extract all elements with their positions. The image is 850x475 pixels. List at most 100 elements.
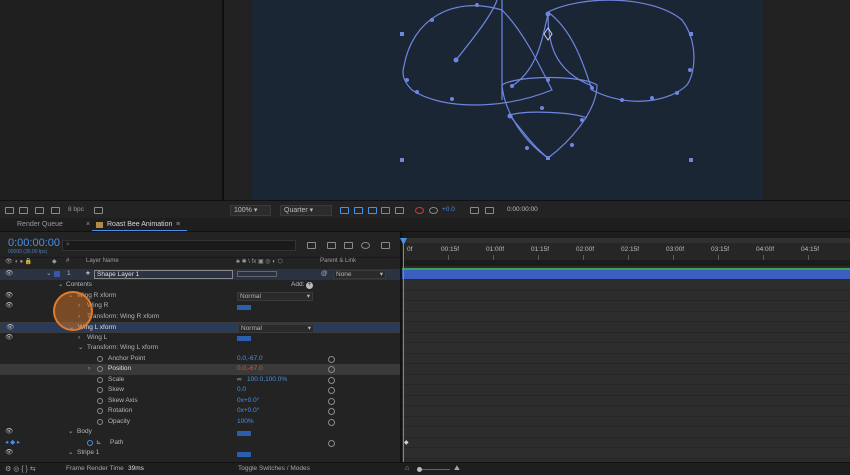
zoom-slider-handle[interactable] xyxy=(417,467,422,472)
current-time-display[interactable]: 0:00:00:00 xyxy=(8,237,60,249)
expression-pickwhip-icon[interactable] xyxy=(328,355,335,363)
viewer-timecode[interactable]: 0:00:00:00 xyxy=(507,206,538,213)
layer-name-field[interactable]: Shape Layer 1 xyxy=(94,270,233,279)
comp-mini-flowchart-icon[interactable] xyxy=(307,242,316,249)
stopwatch-icon[interactable] xyxy=(97,397,103,404)
layer-name-header[interactable]: Layer Name xyxy=(86,258,119,264)
status-icons[interactable]: ⚙ ◎ { } ⇆ xyxy=(5,465,36,473)
keyframe-icon[interactable]: ◆ xyxy=(404,439,409,446)
shy-layers-icon[interactable] xyxy=(344,242,353,249)
resolution-dropdown[interactable]: Quarter ▾ xyxy=(280,205,332,216)
layer-duration-bar[interactable] xyxy=(402,268,850,279)
wing-l-row[interactable]: 👁 › Wing L xyxy=(0,333,400,344)
add-button[interactable]: + xyxy=(306,282,313,289)
draft-3d-icon[interactable] xyxy=(327,242,336,249)
stopwatch-icon[interactable] xyxy=(97,387,103,393)
stopwatch-icon[interactable] xyxy=(97,366,103,372)
property-value[interactable]: 100% xyxy=(237,417,254,428)
snapshot-icon[interactable] xyxy=(470,207,479,214)
skew-axis-row[interactable]: Skew Axis 0x+0.0° xyxy=(0,396,400,407)
zoom-dropdown[interactable]: 100% ▾ xyxy=(230,205,271,216)
group-name[interactable]: Stripe 1 xyxy=(77,448,99,459)
path-row[interactable]: ◂ ◆ ▸ ⊾ Path xyxy=(0,438,400,449)
exposure-value[interactable]: +0.0 xyxy=(442,206,455,213)
search-input[interactable]: ⌕ xyxy=(62,240,296,251)
work-area-bar[interactable] xyxy=(402,238,850,243)
channel-icon[interactable] xyxy=(395,207,404,214)
toggle-switches-button[interactable]: Toggle Switches / Modes xyxy=(238,465,310,472)
stripe-row[interactable]: 👁 ⌄ Stripe 1 xyxy=(0,448,400,459)
region-of-interest-icon[interactable] xyxy=(340,207,349,214)
stopwatch-icon[interactable] xyxy=(97,376,103,383)
expression-pickwhip-icon[interactable] xyxy=(328,387,335,394)
expression-pickwhip-icon[interactable] xyxy=(328,376,335,384)
constrain-proportions-icon[interactable]: ∞ xyxy=(237,375,242,386)
bit-depth-button[interactable]: 8 bpc xyxy=(68,206,84,213)
twirl-open-icon[interactable]: ⌄ xyxy=(68,427,73,438)
twirl-closed-icon[interactable]: › xyxy=(88,364,90,375)
mask-visibility-icon[interactable] xyxy=(368,207,377,214)
label-color-icon[interactable] xyxy=(54,271,60,277)
eye-icon[interactable]: 👁 xyxy=(5,427,13,438)
zoom-slider[interactable] xyxy=(418,469,450,470)
guides-icon[interactable] xyxy=(381,207,390,214)
transform-label[interactable]: Transform: Wing L xform xyxy=(87,343,158,354)
layer-row[interactable]: 👁 ⌄ 1 ★ Shape Layer 1 @ None ▾ xyxy=(0,269,400,280)
group-name[interactable]: Body xyxy=(77,427,92,438)
expression-pickwhip-icon[interactable] xyxy=(328,408,335,415)
property-value[interactable]: 0x+0.0° xyxy=(237,406,259,417)
graph-editor-icon[interactable] xyxy=(381,242,390,249)
tab-roast-bee-animation[interactable]: Roast Bee Animation xyxy=(107,221,172,228)
eye-icon[interactable]: 👁 xyxy=(5,301,13,312)
new-folder-icon[interactable] xyxy=(19,207,28,214)
zoom-out-icon[interactable]: ⌂ xyxy=(405,465,409,472)
property-value[interactable]: 0.0,-67.0 xyxy=(237,364,263,375)
zoom-in-icon[interactable]: ⛰ xyxy=(454,465,460,473)
stopwatch-icon[interactable] xyxy=(97,418,103,425)
show-snapshot-icon[interactable] xyxy=(485,207,494,214)
twirl-closed-icon[interactable]: › xyxy=(78,333,80,344)
property-value[interactable]: 0.0 xyxy=(237,385,246,396)
timeline-tracks[interactable]: ◆ xyxy=(402,266,850,462)
close-icon[interactable]: × xyxy=(86,221,90,228)
time-ruler[interactable]: 0f 00:15f 01:00f 01:15f 02:00f 02:15f 03… xyxy=(402,238,850,260)
eye-icon[interactable]: 👁 xyxy=(5,269,13,280)
new-composition-icon[interactable] xyxy=(35,207,44,214)
twirl-open-icon[interactable]: ⌄ xyxy=(58,280,63,291)
property-value[interactable]: 0x+0.0° xyxy=(237,396,259,407)
eye-icon[interactable]: 👁 xyxy=(5,333,13,344)
stopwatch-icon[interactable] xyxy=(87,439,93,446)
playhead[interactable] xyxy=(403,240,404,462)
exposure-icon[interactable] xyxy=(429,207,438,214)
stopwatch-icon[interactable] xyxy=(97,355,103,362)
layer-switches[interactable] xyxy=(237,271,277,277)
rotation-row[interactable]: Rotation 0x+0.0° xyxy=(0,406,400,417)
eye-icon[interactable]: 👁 xyxy=(5,291,13,302)
blend-mode-dropdown[interactable]: Normal ▾ xyxy=(237,291,313,301)
project-settings-icon[interactable] xyxy=(51,207,60,214)
twirl-open-icon[interactable]: ⌄ xyxy=(68,448,73,459)
bee-shape-paths[interactable] xyxy=(252,0,763,200)
expression-pickwhip-icon[interactable] xyxy=(328,418,335,426)
pick-whip-icon[interactable]: @ xyxy=(321,269,328,280)
keyframe-nav-icon[interactable]: ◂ ◆ ▸ xyxy=(5,438,20,449)
group-name[interactable]: Wing L xyxy=(87,333,107,344)
transform-label[interactable]: Transform: Wing R xform xyxy=(87,312,159,323)
trash-icon[interactable] xyxy=(94,207,103,214)
parent-dropdown[interactable]: None ▾ xyxy=(333,270,386,279)
stopwatch-icon[interactable] xyxy=(97,408,103,414)
property-value[interactable]: 0.0,-67.0 xyxy=(237,354,263,365)
transparency-grid-icon[interactable] xyxy=(354,207,363,214)
twirl-open-icon[interactable]: ⌄ xyxy=(78,343,83,354)
tab-render-queue[interactable]: Render Queue xyxy=(17,221,63,228)
expression-pickwhip-icon[interactable] xyxy=(328,397,335,405)
color-management-icon[interactable] xyxy=(415,207,424,214)
eye-icon[interactable]: 👁 xyxy=(5,448,13,459)
panel-menu-icon[interactable]: ≡ xyxy=(176,221,180,228)
skew-row[interactable]: Skew 0.0 xyxy=(0,385,400,396)
position-row[interactable]: › Position 0.0,-67.0 xyxy=(0,364,400,375)
interpret-footage-icon[interactable] xyxy=(5,207,14,214)
body-row[interactable]: 👁 ⌄ Body xyxy=(0,427,400,438)
composition-canvas[interactable] xyxy=(252,0,763,200)
contents-row[interactable]: ⌄ Contents Add: + xyxy=(0,280,400,291)
